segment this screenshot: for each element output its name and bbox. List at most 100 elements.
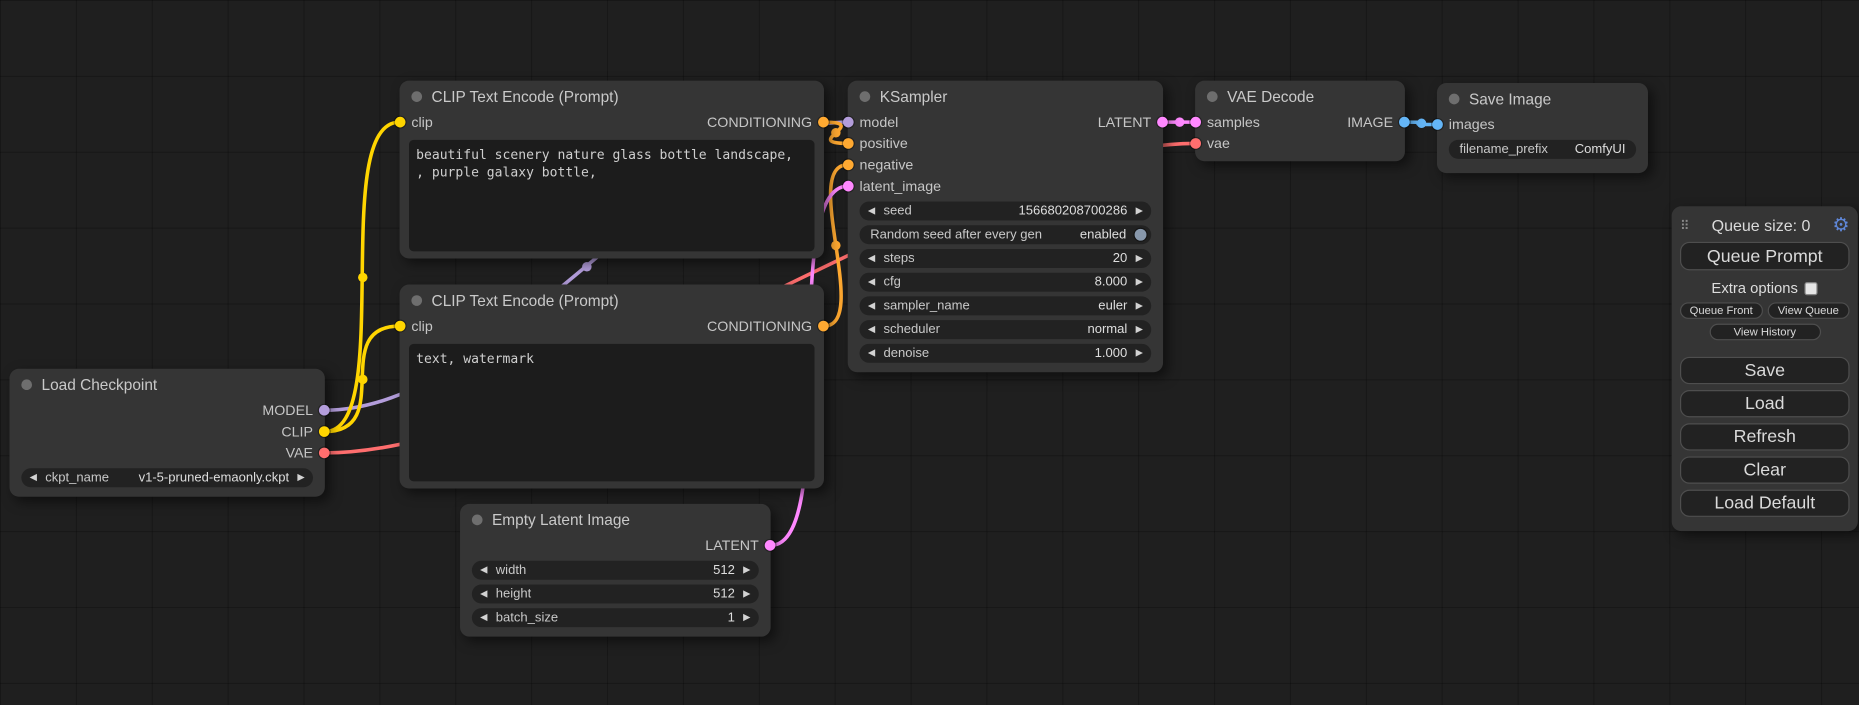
refresh-button[interactable]: Refresh [1680, 423, 1850, 450]
collapse-dot-icon[interactable] [472, 514, 483, 525]
input-port-clip[interactable] [395, 117, 406, 128]
increment-arrow-icon[interactable]: ▶ [1136, 277, 1143, 286]
collapse-dot-icon[interactable] [1207, 91, 1218, 102]
increment-arrow-icon[interactable]: ▶ [743, 566, 750, 575]
input-label: clip [411, 114, 432, 131]
drag-handle-icon[interactable]: ⠿ [1680, 218, 1690, 233]
input-port-images[interactable] [1432, 119, 1443, 130]
widget-value: enabled [1080, 228, 1126, 242]
output-port-vae[interactable] [319, 448, 330, 459]
node-clip-text-encode-positive[interactable]: CLIP Text Encode (Prompt) clip CONDITION… [400, 81, 824, 259]
widget-scheduler[interactable]: ◀ scheduler normal ▶ [860, 320, 1152, 339]
output-port-model[interactable] [319, 405, 330, 416]
decrement-arrow-icon[interactable]: ◀ [868, 277, 875, 286]
input-label: negative [860, 156, 914, 173]
output-port-latent[interactable] [1157, 117, 1168, 128]
increment-arrow-icon[interactable]: ▶ [1136, 254, 1143, 263]
collapse-dot-icon[interactable] [1449, 93, 1460, 104]
input-port-clip[interactable] [395, 321, 406, 332]
toggle-knob-icon[interactable] [1135, 229, 1147, 241]
widget-height[interactable]: ◀ height 512 ▶ [472, 585, 759, 604]
collapse-dot-icon[interactable] [411, 91, 422, 102]
input-port-model[interactable] [843, 117, 854, 128]
clear-button[interactable]: Clear [1680, 456, 1850, 483]
widget-value: ComfyUI [1575, 142, 1626, 156]
increment-arrow-icon[interactable]: ▶ [1136, 349, 1143, 358]
node-empty-latent-image[interactable]: Empty Latent Image LATENT ◀ width 512 ▶ … [460, 504, 771, 637]
slot-row: images [1437, 114, 1648, 135]
node-vae-decode[interactable]: VAE Decode samples IMAGE vae [1195, 81, 1405, 162]
widget-denoise[interactable]: ◀ denoise 1.000 ▶ [860, 344, 1152, 363]
decrement-arrow-icon[interactable]: ◀ [480, 566, 487, 575]
collapse-dot-icon[interactable] [21, 379, 32, 390]
decrement-arrow-icon[interactable]: ◀ [480, 613, 487, 622]
settings-gear-icon[interactable]: ⚙ [1833, 216, 1850, 235]
widget-value: v1-5-pruned-emaonly.ckpt [139, 471, 290, 485]
node-graph-canvas[interactable]: Load Checkpoint MODEL CLIP VAE ◀ ckpt_na… [0, 0, 1859, 705]
widget-cfg[interactable]: ◀ cfg 8.000 ▶ [860, 273, 1152, 292]
save-button[interactable]: Save [1680, 357, 1850, 384]
output-port-conditioning[interactable] [818, 321, 829, 332]
node-clip-text-encode-negative[interactable]: CLIP Text Encode (Prompt) clip CONDITION… [400, 285, 824, 489]
widget-value: normal [1087, 322, 1127, 336]
decrement-arrow-icon[interactable]: ◀ [868, 301, 875, 310]
decrement-arrow-icon[interactable]: ◀ [480, 589, 487, 598]
widget-width[interactable]: ◀ width 512 ▶ [472, 561, 759, 580]
node-save-image[interactable]: Save Image images filename_prefix ComfyU… [1437, 83, 1648, 173]
extra-options-label: Extra options [1711, 280, 1798, 297]
node-load-checkpoint[interactable]: Load Checkpoint MODEL CLIP VAE ◀ ckpt_na… [9, 369, 324, 497]
view-queue-button[interactable]: View Queue [1767, 302, 1849, 319]
node-header[interactable]: Load Checkpoint [9, 369, 324, 400]
input-port-negative[interactable] [843, 159, 854, 170]
collapse-dot-icon[interactable] [860, 91, 871, 102]
widget-filename-prefix[interactable]: filename_prefix ComfyUI [1449, 140, 1636, 159]
increment-arrow-icon[interactable]: ▶ [297, 473, 304, 482]
load-button[interactable]: Load [1680, 390, 1850, 417]
node-header[interactable]: CLIP Text Encode (Prompt) [400, 285, 824, 316]
view-history-button[interactable]: View History [1709, 324, 1820, 341]
output-port-image[interactable] [1399, 117, 1410, 128]
extra-options-checkbox[interactable] [1805, 282, 1818, 295]
decrement-arrow-icon[interactable]: ◀ [868, 254, 875, 263]
node-header[interactable]: VAE Decode [1195, 81, 1405, 112]
increment-arrow-icon[interactable]: ▶ [1136, 301, 1143, 310]
load-default-button[interactable]: Load Default [1680, 490, 1850, 517]
widget-batch-size[interactable]: ◀ batch_size 1 ▶ [472, 608, 759, 627]
widget-sampler-name[interactable]: ◀ sampler_name euler ▶ [860, 296, 1152, 315]
collapse-dot-icon[interactable] [411, 295, 422, 306]
input-port-vae[interactable] [1190, 138, 1201, 149]
slot-row: CLIP [9, 421, 324, 442]
extra-options-row: Extra options [1680, 280, 1850, 297]
queue-prompt-button[interactable]: Queue Prompt [1680, 242, 1850, 270]
widget-label: sampler_name [883, 299, 969, 313]
widget-seed[interactable]: ◀ seed 156680208700286 ▶ [860, 202, 1152, 221]
queue-front-button[interactable]: Queue Front [1680, 302, 1762, 319]
input-port-positive[interactable] [843, 138, 854, 149]
node-header[interactable]: CLIP Text Encode (Prompt) [400, 81, 824, 112]
view-history-row: View History [1680, 324, 1850, 341]
positive-prompt-textarea[interactable]: beautiful scenery nature glass bottle la… [409, 140, 814, 251]
decrement-arrow-icon[interactable]: ◀ [868, 349, 875, 358]
increment-arrow-icon[interactable]: ▶ [743, 613, 750, 622]
slot-row: positive [848, 133, 1163, 154]
increment-arrow-icon[interactable]: ▶ [743, 589, 750, 598]
output-port-conditioning[interactable] [818, 117, 829, 128]
decrement-arrow-icon[interactable]: ◀ [868, 325, 875, 334]
node-ksampler[interactable]: KSampler model LATENT positive negative … [848, 81, 1163, 373]
negative-prompt-textarea[interactable]: text, watermark [409, 344, 814, 482]
decrement-arrow-icon[interactable]: ◀ [868, 206, 875, 215]
widget-label: ckpt_name [45, 471, 109, 485]
input-port-latent-image[interactable] [843, 181, 854, 192]
output-port-latent[interactable] [765, 540, 776, 551]
node-header[interactable]: Save Image [1437, 83, 1648, 114]
widget-random-seed-toggle[interactable]: Random seed after every gen enabled [860, 225, 1152, 244]
widget-ckpt-name[interactable]: ◀ ckpt_name v1-5-pruned-emaonly.ckpt ▶ [21, 468, 313, 487]
input-port-samples[interactable] [1190, 117, 1201, 128]
node-header[interactable]: Empty Latent Image [460, 504, 771, 535]
output-port-clip[interactable] [319, 426, 330, 437]
decrement-arrow-icon[interactable]: ◀ [30, 473, 37, 482]
widget-steps[interactable]: ◀ steps 20 ▶ [860, 249, 1152, 268]
node-header[interactable]: KSampler [848, 81, 1163, 112]
increment-arrow-icon[interactable]: ▶ [1136, 325, 1143, 334]
increment-arrow-icon[interactable]: ▶ [1136, 206, 1143, 215]
